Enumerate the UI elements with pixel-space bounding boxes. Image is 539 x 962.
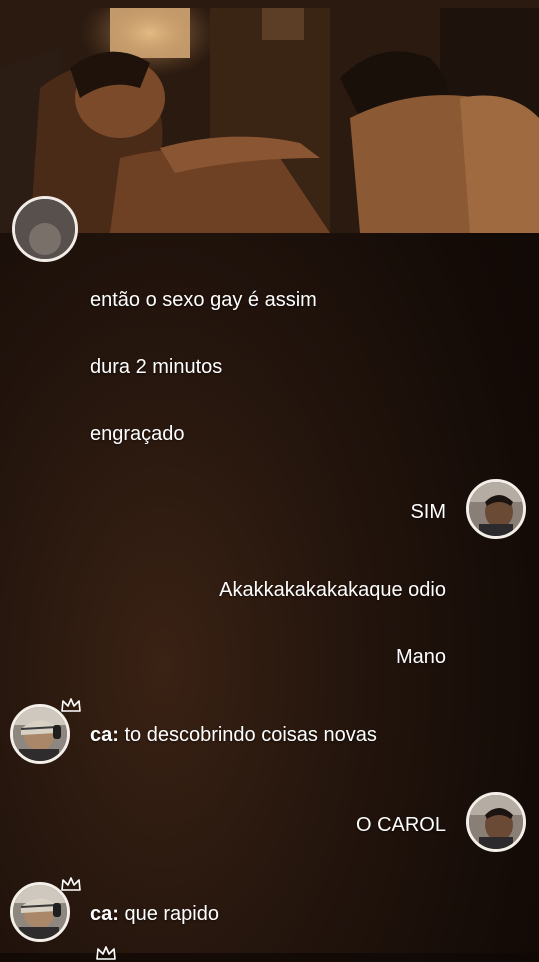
- chat-message: O CAROL: [356, 813, 446, 837]
- crown-icon: [96, 946, 116, 960]
- message-text: Mano: [395, 646, 446, 668]
- message-text: então o sexo gay é assim: [90, 289, 317, 311]
- message-sender: ca:: [90, 724, 119, 746]
- chat-message: engraçado: [90, 422, 185, 446]
- user-avatar[interactable]: [466, 479, 526, 539]
- message-text: que rapido: [124, 903, 219, 925]
- chat-message: SIM: [410, 500, 446, 524]
- message-text: SIM: [410, 501, 446, 523]
- chat-message: ca: to descobrindo coisas novas: [90, 723, 377, 747]
- chat-message: então o sexo gay é assim: [90, 288, 317, 312]
- message-text: engraçado: [90, 423, 185, 445]
- avatar-image: [13, 707, 67, 761]
- chat-message: Mano: [396, 645, 446, 669]
- message-text: to descobrindo coisas novas: [124, 724, 377, 746]
- video-scene-image: [0, 8, 539, 233]
- message-sender: ca:: [90, 903, 119, 925]
- crown-icon: [61, 877, 81, 891]
- avatar-image: [13, 885, 67, 939]
- video-frame[interactable]: [0, 8, 539, 233]
- chat-message: Akakkakakakakaque odio: [219, 578, 446, 602]
- crown-icon: [61, 698, 81, 712]
- chat-message: dura 2 minutos: [90, 355, 222, 379]
- avatar-partial[interactable]: [12, 196, 78, 262]
- message-text: O CAROL: [355, 814, 446, 836]
- chat-message: ca: que rapido: [90, 902, 219, 926]
- top-bar: [0, 0, 539, 8]
- message-text: dura 2 minutos: [90, 356, 223, 378]
- message-text: Akakkakakakakaque odio: [219, 579, 446, 601]
- user-avatar[interactable]: [466, 792, 526, 852]
- avatar-image: [469, 482, 523, 536]
- avatar-image: [469, 795, 523, 849]
- avatar-image: [15, 199, 75, 259]
